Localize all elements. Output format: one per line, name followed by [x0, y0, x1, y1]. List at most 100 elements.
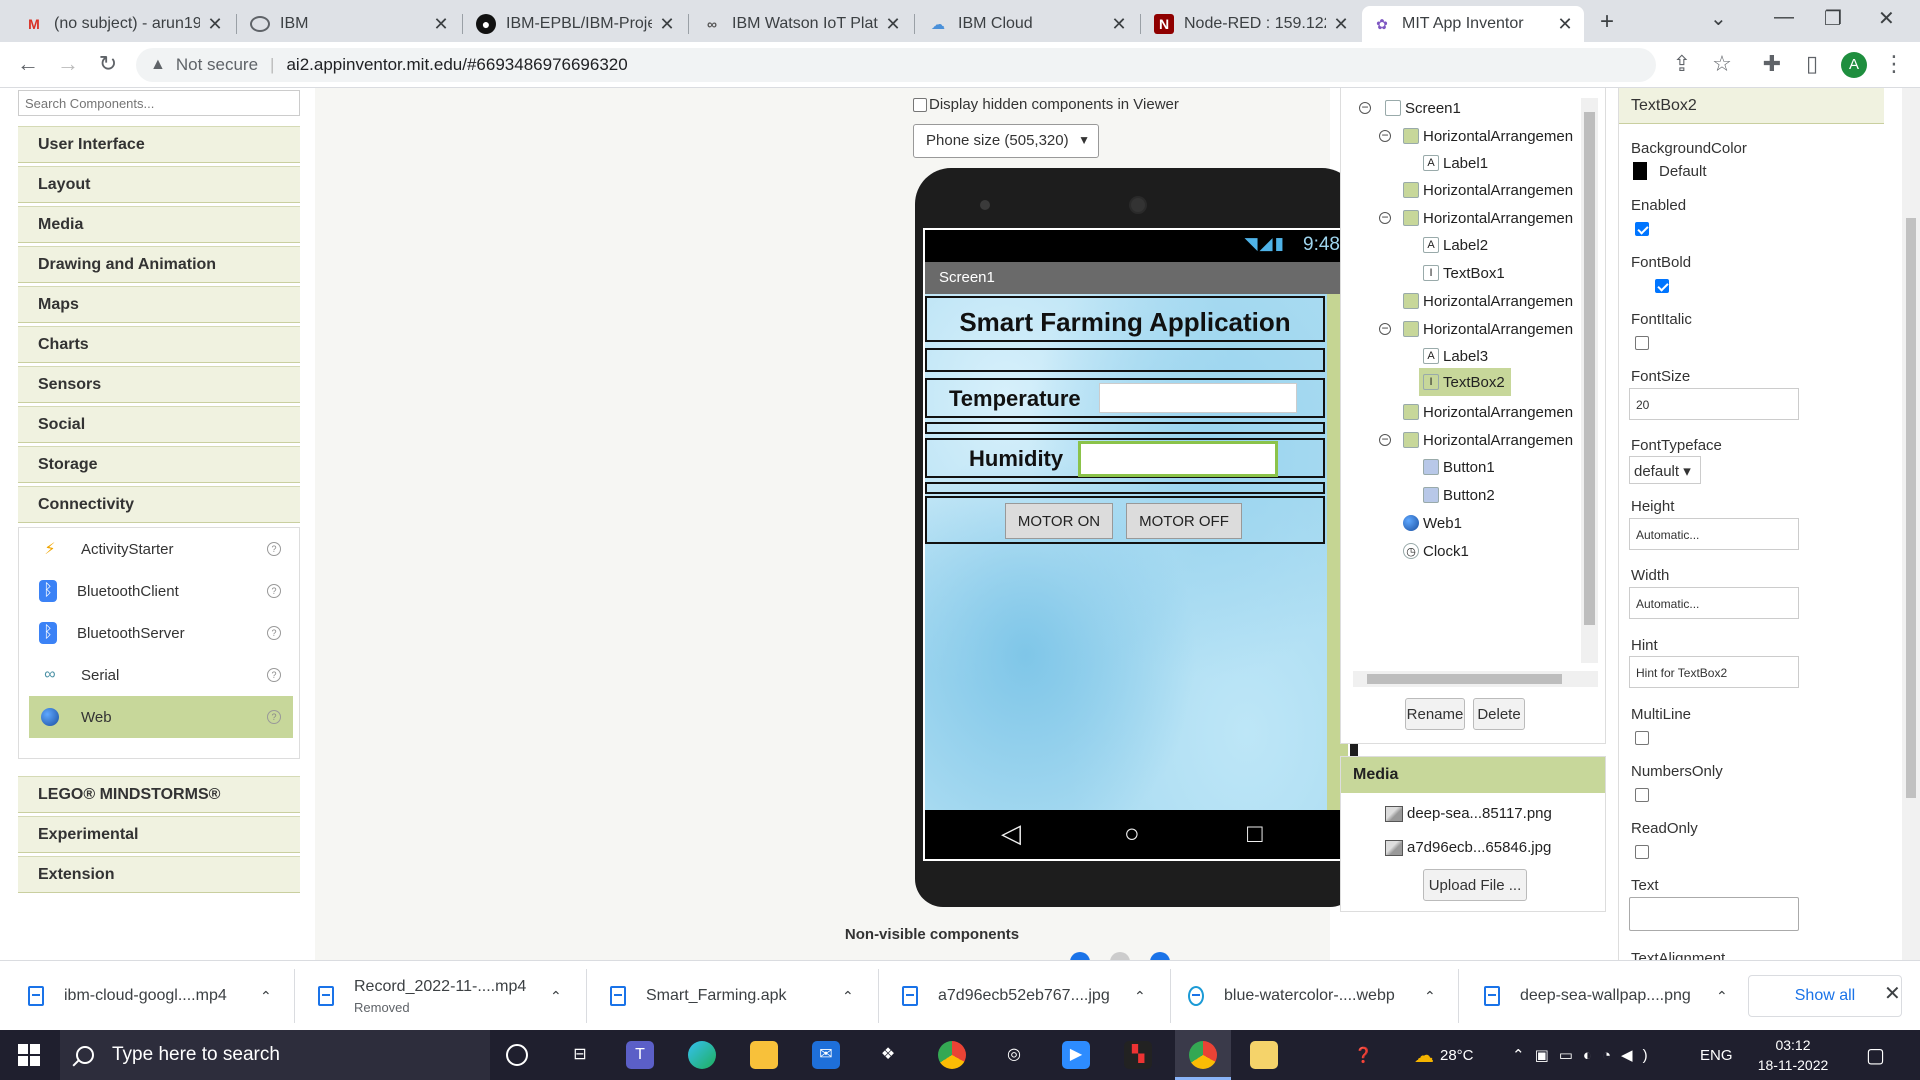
palette-category[interactable]: Experimental [18, 816, 300, 853]
tree-node-clock1[interactable]: ◷ Clock1 [1403, 537, 1469, 565]
tree-horizontal-scrollbar[interactable] [1353, 671, 1598, 687]
tree-node-ha7[interactable]: HorizontalArrangemen [1403, 426, 1573, 454]
close-icon[interactable]: ✕ [1110, 14, 1128, 35]
download-item[interactable]: Smart_Farming.apk ⌃ [610, 961, 860, 1031]
app-icon[interactable]: ◎ [1000, 1041, 1028, 1069]
clock-icon[interactable] [1110, 952, 1130, 960]
fontitalic-checkbox[interactable] [1635, 336, 1649, 350]
fontsize-input[interactable]: 20 [1629, 388, 1799, 420]
app-icon[interactable]: ▚ [1124, 1041, 1152, 1069]
component-activitystarter[interactable]: ⚡ ActivityStarter ? [29, 528, 293, 570]
enabled-checkbox[interactable] [1635, 222, 1649, 236]
reload-icon[interactable]: ↻ [94, 51, 122, 77]
browser-tab-ibm-cloud[interactable]: ☁ IBM Cloud ✕ [918, 6, 1138, 42]
url-text[interactable]: ai2.appinventor.mit.edu/#669348697669632… [286, 55, 627, 75]
close-icon[interactable]: ✕ [1332, 14, 1350, 35]
dropbox-icon[interactable]: ❖ [874, 1041, 902, 1069]
horizontal-arrangement-7[interactable]: MOTOR ON MOTOR OFF [925, 496, 1325, 544]
language-indicator[interactable]: ENG [1700, 1030, 1733, 1080]
restore-icon[interactable]: ❐ [1824, 6, 1842, 31]
task-view-icon[interactable]: ⊟ [566, 1041, 594, 1069]
textbox1-temperature[interactable] [1099, 383, 1297, 413]
weather-tray[interactable]: ☁ 28°C [1414, 1030, 1474, 1080]
collapse-icon[interactable]: − [1379, 322, 1391, 335]
collapse-icon[interactable]: − [1359, 101, 1371, 114]
horizontal-arrangement-1[interactable]: Smart Farming Application [925, 296, 1325, 342]
palette-category[interactable]: Layout [18, 166, 300, 203]
height-input[interactable]: Automatic... [1629, 518, 1799, 550]
help-icon[interactable]: ? [267, 668, 281, 682]
collapse-icon[interactable]: − [1379, 433, 1391, 446]
download-item[interactable]: Record_2022-11-....mp4 Removed ⌃ [318, 961, 568, 1031]
tab-search-icon[interactable]: ⌄ [1710, 6, 1727, 31]
tree-node-ha4[interactable]: HorizontalArrangemen [1403, 287, 1573, 315]
tree-node-button1[interactable]: Button1 [1423, 453, 1495, 481]
scrollbar-thumb[interactable] [1584, 112, 1595, 625]
browser-tab-watson[interactable]: ∞ IBM Watson IoT Platfo ✕ [692, 6, 912, 42]
tree-node-screen1[interactable]: Screen1 [1385, 94, 1461, 122]
collapse-icon[interactable]: − [1379, 211, 1391, 224]
text-textarea[interactable] [1629, 897, 1799, 931]
button2-motor-off[interactable]: MOTOR OFF [1126, 503, 1242, 539]
horizontal-arrangement-2[interactable] [925, 348, 1325, 372]
browser-tab-ibm[interactable]: IBM ✕ [240, 6, 460, 42]
horizontal-arrangement-6[interactable] [925, 482, 1325, 494]
teams-icon[interactable]: T [626, 1041, 654, 1069]
close-icon[interactable]: ✕ [432, 14, 450, 35]
help-icon[interactable]: ? [267, 626, 281, 640]
tree-node-web1[interactable]: Web1 [1403, 509, 1462, 537]
label1-app-title[interactable]: Smart Farming Application [927, 298, 1323, 338]
upload-file-button[interactable]: Upload File ... [1423, 869, 1527, 901]
background-color-value[interactable]: Default [1659, 163, 1707, 180]
web-icon[interactable] [1070, 952, 1090, 960]
close-icon[interactable]: ✕ [1556, 14, 1574, 35]
side-panel-icon[interactable]: ▯ [1798, 51, 1826, 77]
palette-category[interactable]: Storage [18, 446, 300, 483]
palette-category[interactable]: User Interface [18, 126, 300, 163]
window-close-icon[interactable]: ✕ [1878, 6, 1895, 31]
display-hidden-toggle[interactable]: Display hidden components in Viewer [913, 96, 1179, 113]
component-web[interactable]: Web ? [29, 696, 293, 738]
palette-category-connectivity[interactable]: Connectivity [18, 486, 300, 523]
forward-icon[interactable]: → [54, 51, 82, 77]
delete-button[interactable]: Delete [1473, 698, 1525, 730]
tree-node-ha3[interactable]: HorizontalArrangemen [1403, 204, 1573, 232]
component-serial[interactable]: ∞ Serial ? [29, 654, 293, 696]
chevron-up-icon[interactable]: ⌃ [1716, 988, 1728, 1005]
fontbold-checkbox[interactable] [1654, 279, 1669, 293]
close-icon[interactable]: ✕ [206, 14, 224, 35]
component-search-input[interactable] [18, 90, 300, 116]
hint-input[interactable]: Hint for TextBox2 [1629, 656, 1799, 688]
bookmark-star-icon[interactable]: ☆ [1708, 51, 1736, 77]
zoom-icon[interactable]: ▶ [1062, 1041, 1090, 1069]
component-bluetoothserver[interactable]: ᛒ BluetoothServer ? [29, 612, 293, 654]
chevron-up-icon[interactable]: ⌃ [842, 988, 854, 1005]
multiline-checkbox[interactable] [1635, 731, 1649, 745]
task-view-circle-icon[interactable] [506, 1044, 528, 1066]
windows-start-icon[interactable] [18, 1044, 40, 1066]
tree-vertical-scrollbar[interactable] [1581, 98, 1598, 663]
palette-category[interactable]: Social [18, 406, 300, 443]
download-item[interactable]: a7d96ecb52eb767....jpg ⌃ [902, 961, 1152, 1031]
width-input[interactable]: Automatic... [1629, 587, 1799, 619]
horizontal-arrangement-3[interactable]: Temperature [925, 378, 1325, 418]
tree-node-label1[interactable]: A Label1 [1423, 149, 1488, 177]
display-hidden-checkbox[interactable] [913, 97, 927, 112]
chevron-up-icon[interactable]: ⌃ [260, 988, 272, 1005]
label2-temperature[interactable]: Temperature [949, 386, 1081, 412]
download-item[interactable]: deep-sea-wallpap....png ⌃ [1484, 961, 1734, 1031]
phone-size-select[interactable]: Phone size (505,320) ▼ [913, 124, 1099, 158]
rename-button[interactable]: Rename [1405, 698, 1465, 730]
close-icon[interactable]: ✕ [884, 14, 902, 35]
tree-node-textbox2-selected[interactable]: I TextBox2 [1419, 368, 1511, 396]
share-icon[interactable]: ⇪ [1668, 51, 1696, 77]
chrome-icon[interactable] [938, 1041, 966, 1069]
tree-node-ha2[interactable]: HorizontalArrangemen [1403, 176, 1573, 204]
horizontal-arrangement-5[interactable]: Humidity [925, 438, 1325, 478]
minimize-icon[interactable]: — [1774, 6, 1794, 29]
show-all-button[interactable]: Show all [1748, 975, 1902, 1017]
tree-node-textbox1[interactable]: I TextBox1 [1423, 259, 1505, 287]
tree-node-ha5[interactable]: HorizontalArrangemen [1403, 315, 1573, 343]
chevron-up-icon[interactable]: ⌃ [1134, 988, 1146, 1005]
menu-kebab-icon[interactable]: ⋮ [1880, 51, 1908, 77]
